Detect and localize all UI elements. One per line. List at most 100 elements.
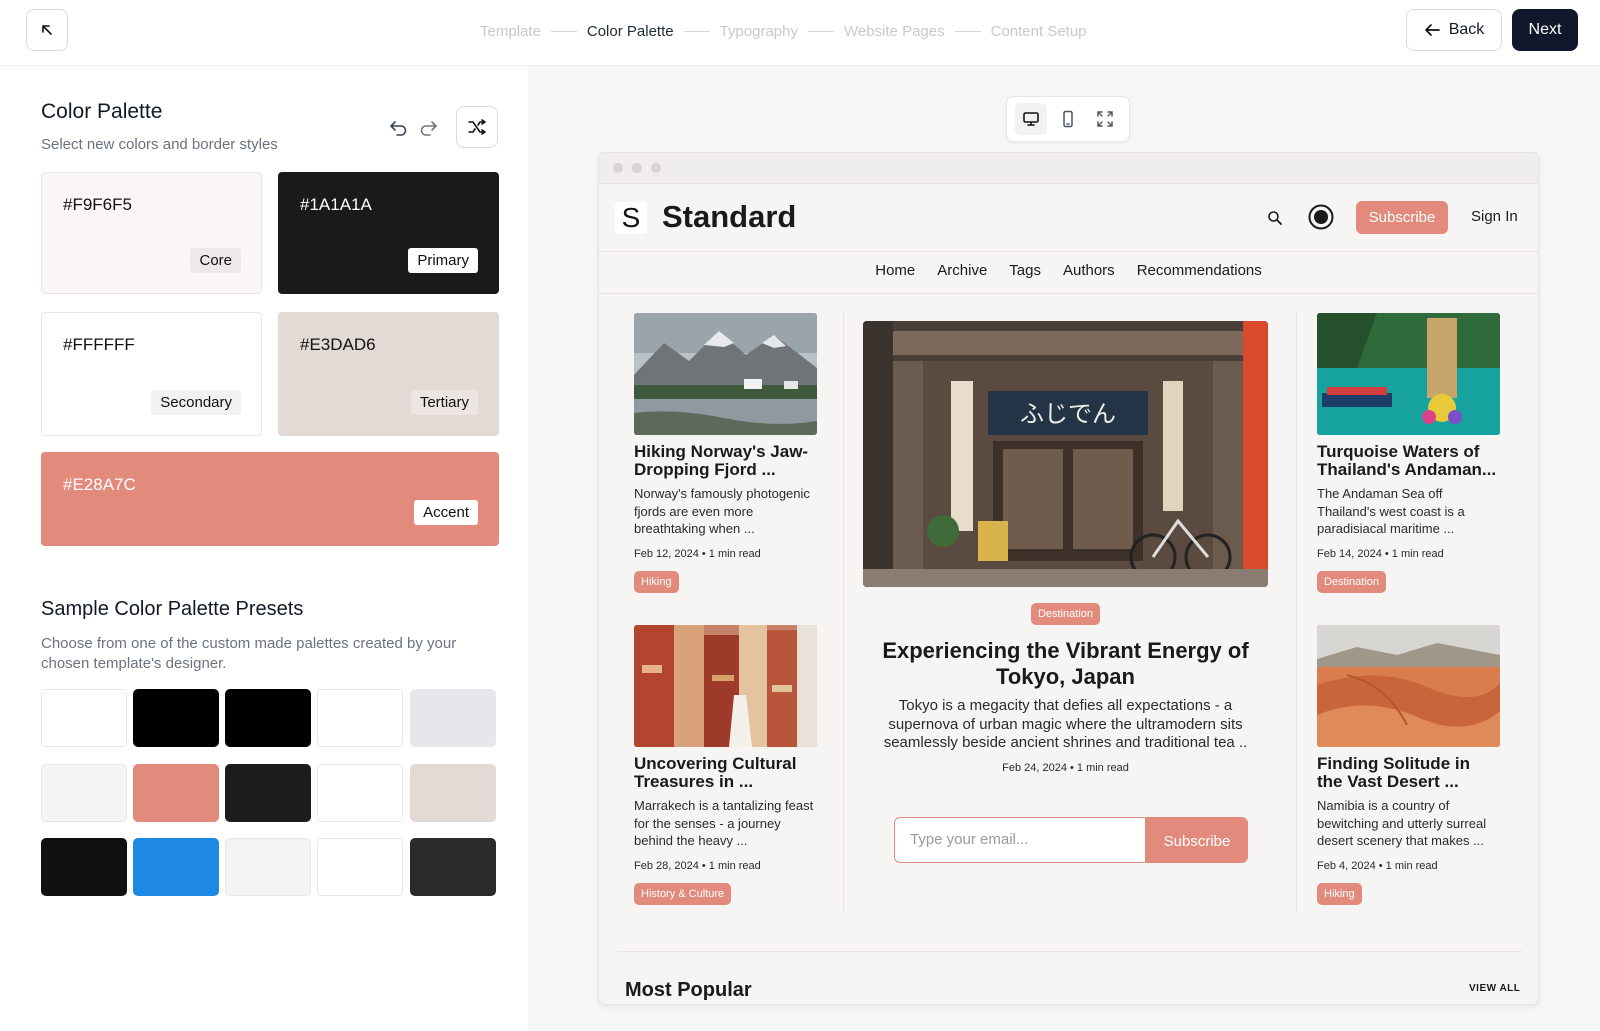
- preset-swatch[interactable]: [41, 764, 127, 822]
- preset-swatch[interactable]: [133, 838, 219, 896]
- preset-swatch[interactable]: [225, 764, 311, 822]
- post-image-boats[interactable]: [1317, 313, 1500, 435]
- step-website-pages[interactable]: Website Pages: [844, 23, 945, 40]
- nav-authors[interactable]: Authors: [1063, 262, 1115, 293]
- preset-swatch[interactable]: [133, 764, 219, 822]
- shuffle-button[interactable]: [456, 106, 498, 148]
- post-title[interactable]: Turquoise Waters of Thailand's Andaman..…: [1317, 443, 1500, 479]
- nav-tags[interactable]: Tags: [1009, 262, 1041, 293]
- fullscreen-button[interactable]: [1089, 103, 1121, 135]
- most-popular-heading: Most Popular: [625, 979, 752, 1001]
- undo-button[interactable]: [385, 114, 411, 140]
- window-dot: [613, 163, 623, 173]
- swatch-role-badge: Secondary: [151, 390, 241, 415]
- swatch-accent[interactable]: #E28A7C Accent: [41, 452, 499, 546]
- featured-image-tokyo[interactable]: ふじでん: [863, 321, 1268, 587]
- site-header: S Standard Subscribe Sign In: [599, 184, 1538, 252]
- step-color-palette[interactable]: Color Palette: [587, 23, 674, 40]
- window-dot: [632, 163, 642, 173]
- swatch-hex: #E3DAD6: [300, 335, 376, 354]
- post-title[interactable]: Uncovering Cultural Treasures in ...: [634, 755, 817, 791]
- post-tag[interactable]: Hiking: [634, 570, 679, 593]
- shop-sign-text: ふじでん: [1020, 400, 1116, 428]
- desktop-view-button[interactable]: [1015, 103, 1048, 135]
- newsletter-subscribe-button[interactable]: Subscribe: [1145, 818, 1247, 862]
- step-typography[interactable]: Typography: [720, 23, 798, 40]
- post-image-fjord[interactable]: [634, 313, 817, 435]
- swatch-role-badge: Accent: [414, 500, 478, 525]
- post-excerpt: The Andaman Sea off Thailand's west coas…: [1317, 486, 1465, 536]
- column-divider: [1296, 313, 1297, 911]
- nav-home[interactable]: Home: [875, 262, 915, 293]
- post-tag[interactable]: Destination: [1317, 570, 1387, 593]
- shuffle-icon: [468, 119, 486, 135]
- post-tag[interactable]: Hiking: [1317, 882, 1362, 905]
- preset-swatch[interactable]: [225, 689, 311, 747]
- email-input[interactable]: Type your email...: [895, 818, 1145, 862]
- preset-swatch[interactable]: [317, 689, 403, 747]
- post-excerpt: Marrakech is a tantalizing feast for the…: [634, 798, 814, 848]
- featured-post[interactable]: ふじでん Destination Experiencing the Vibran…: [863, 321, 1268, 774]
- subscribe-button[interactable]: Subscribe: [1356, 201, 1448, 234]
- swatch-core[interactable]: #F9F6F5 Core: [41, 172, 262, 294]
- post-image-market[interactable]: [634, 625, 817, 747]
- browser-chrome: [599, 153, 1538, 184]
- collapse-button[interactable]: [26, 9, 68, 51]
- smartphone-icon: [1063, 110, 1073, 128]
- featured-excerpt: Tokyo is a megacity that defies all expe…: [883, 697, 1248, 751]
- step-divider: [683, 30, 710, 32]
- post-title[interactable]: Hiking Norway's Jaw-Dropping Fjord ...: [634, 443, 817, 479]
- view-all-link[interactable]: VIEW ALL: [1469, 983, 1520, 994]
- post-title[interactable]: Finding Solitude in the Vast Desert ...: [1317, 755, 1500, 791]
- preset-swatch[interactable]: [41, 689, 127, 747]
- preset-swatch[interactable]: [317, 764, 403, 822]
- swatch-hex: #E28A7C: [63, 475, 136, 494]
- swatch-secondary[interactable]: #FFFFFF Secondary: [41, 312, 262, 436]
- swatch-tertiary[interactable]: #E3DAD6 Tertiary: [278, 312, 499, 436]
- featured-title[interactable]: Experiencing the Vibrant Energy of Tokyo…: [863, 638, 1268, 690]
- preset-swatch[interactable]: [133, 689, 219, 747]
- preset-swatch[interactable]: [41, 838, 127, 896]
- preset-swatch[interactable]: [410, 689, 496, 747]
- post-tag[interactable]: History & Culture: [634, 882, 732, 905]
- presets-title: Sample Color Palette Presets: [41, 598, 304, 620]
- panel-title: Color Palette: [41, 100, 163, 123]
- site-nav: Home Archive Tags Authors Recommendation…: [599, 252, 1538, 294]
- post-card[interactable]: Turquoise Waters of Thailand's Andaman..…: [1317, 313, 1500, 593]
- post-card[interactable]: Finding Solitude in the Vast Desert ... …: [1317, 625, 1500, 905]
- step-content-setup[interactable]: Content Setup: [991, 23, 1087, 40]
- featured-tag-wrap: Destination: [863, 603, 1268, 625]
- redo-button[interactable]: [416, 114, 442, 140]
- step-template[interactable]: Template: [480, 23, 541, 40]
- site-name[interactable]: Standard: [662, 199, 796, 235]
- sign-in-link[interactable]: Sign In: [1471, 208, 1518, 225]
- preset-swatch[interactable]: [410, 764, 496, 822]
- account-icon[interactable]: [1308, 204, 1334, 230]
- preset-swatch[interactable]: [410, 838, 496, 896]
- site-logo[interactable]: S: [615, 202, 647, 234]
- swatch-hex: #1A1A1A: [300, 195, 372, 214]
- swatch-primary[interactable]: #1A1A1A Primary: [278, 172, 499, 294]
- settings-panel: Color Palette Select new colors and bord…: [0, 66, 528, 1031]
- post-meta: Feb 28, 2024 • 1 min read: [634, 859, 761, 872]
- step-divider: [954, 30, 981, 32]
- swatch-role-badge: Primary: [408, 248, 478, 273]
- column-divider: [843, 313, 844, 911]
- post-card[interactable]: Uncovering Cultural Treasures in ... Mar…: [634, 625, 817, 905]
- mobile-view-button[interactable]: [1052, 103, 1084, 135]
- swatch-role-badge: Core: [190, 248, 241, 273]
- preset-swatch[interactable]: [317, 838, 403, 896]
- back-button[interactable]: Back: [1406, 9, 1502, 51]
- device-toggle: [1006, 96, 1130, 142]
- redo-icon: [420, 121, 437, 136]
- search-icon[interactable]: [1267, 210, 1283, 226]
- post-excerpt: Norway's famously photogenic fjords are …: [634, 486, 810, 536]
- nav-recommendations[interactable]: Recommendations: [1137, 262, 1262, 293]
- post-image-desert[interactable]: [1317, 625, 1500, 747]
- next-button[interactable]: Next: [1512, 9, 1578, 51]
- post-card[interactable]: Hiking Norway's Jaw-Dropping Fjord ... N…: [634, 313, 817, 593]
- undo-icon: [390, 121, 407, 136]
- featured-tag[interactable]: Destination: [1030, 603, 1101, 625]
- preset-swatch[interactable]: [225, 838, 311, 896]
- nav-archive[interactable]: Archive: [937, 262, 987, 293]
